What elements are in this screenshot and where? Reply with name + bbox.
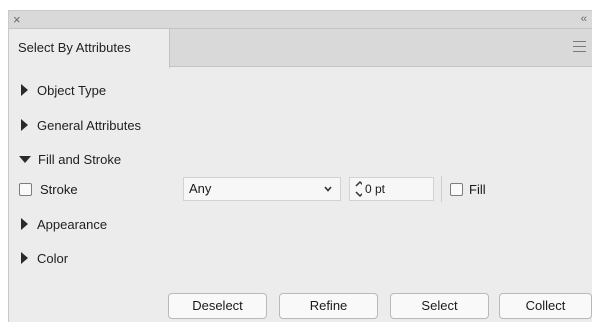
stroke-match-dropdown[interactable]: Any [183, 177, 341, 201]
section-object-type[interactable]: Object Type [19, 80, 106, 100]
close-icon[interactable]: × [13, 12, 21, 28]
panel-menu-icon[interactable] [573, 41, 586, 52]
dropdown-value: Any [189, 181, 212, 196]
collapse-panel-icon[interactable]: ‹‹ [581, 11, 587, 27]
disclosure-collapsed-icon [21, 252, 28, 264]
deselect-button[interactable]: Deselect [168, 293, 267, 319]
fill-checkbox[interactable] [450, 182, 463, 196]
disclosure-collapsed-icon [21, 218, 28, 230]
collect-button[interactable]: Collect [499, 293, 592, 319]
tab-select-by-attributes[interactable]: Select By Attributes [9, 29, 170, 68]
section-label: Color [37, 250, 69, 266]
stroke-label: Stroke [40, 181, 78, 197]
disclosure-collapsed-icon [21, 84, 28, 96]
section-label: General Attributes [37, 117, 142, 133]
refine-button[interactable]: Refine [279, 293, 378, 319]
disclosure-collapsed-icon [21, 119, 28, 131]
chevron-down-icon [324, 186, 332, 192]
tab-bar: Select By Attributes [9, 29, 592, 68]
section-label: Object Type [37, 82, 107, 98]
select-button[interactable]: Select [390, 293, 489, 319]
section-color[interactable]: Color [19, 248, 68, 268]
section-general-attributes[interactable]: General Attributes [19, 115, 141, 135]
section-label: Appearance [37, 216, 108, 232]
stroke-option[interactable]: Stroke [19, 179, 78, 199]
divider [441, 176, 442, 202]
fill-option[interactable]: Fill [450, 179, 486, 199]
section-appearance[interactable]: Appearance [19, 214, 107, 234]
fill-label: Fill [469, 181, 486, 197]
section-label: Fill and Stroke [38, 151, 122, 167]
stroke-weight-input[interactable]: 0 pt [362, 177, 434, 201]
select-by-attributes-panel: × ‹‹ Select By Attributes Object Type Ge… [8, 10, 592, 322]
panel-titlebar: × ‹‹ [9, 11, 592, 29]
stroke-checkbox[interactable] [19, 182, 32, 196]
section-fill-and-stroke[interactable]: Fill and Stroke [19, 149, 121, 169]
disclosure-expanded-icon [19, 155, 31, 163]
